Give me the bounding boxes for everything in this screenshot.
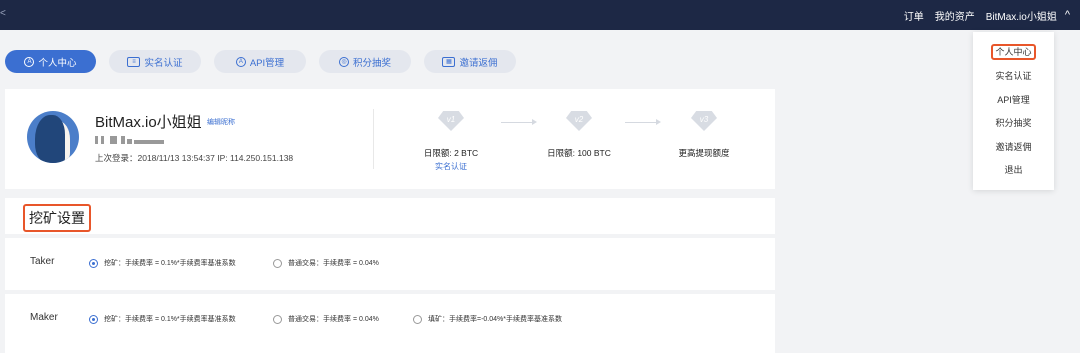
divider: [373, 109, 374, 169]
top-nav-links: 订单 我的资产 BitMax.io小姐姐 ^: [893, 0, 1070, 30]
level-v2: v2 日限额: 100 BTC: [524, 111, 634, 159]
row-label: Taker: [30, 256, 55, 267]
masked-account: [95, 136, 165, 144]
maker-normal-option[interactable]: 普通交易：手续费率 = 0.04%: [273, 314, 379, 324]
radio-checked-icon[interactable]: [89, 258, 98, 268]
level-badge: v3: [699, 115, 709, 124]
maker-mining-option[interactable]: 挖矿：手续费率 = 0.1%*手续费率基准系数: [89, 314, 236, 324]
radio-unchecked-icon[interactable]: [273, 258, 282, 268]
radio-unchecked-icon[interactable]: [413, 314, 422, 324]
level-v3: v3 更高提现额度: [649, 111, 759, 159]
radio-unchecked-icon[interactable]: [273, 314, 282, 324]
tab-invite-rebate[interactable]: ▦ 邀请返佣: [424, 50, 516, 73]
id-card-icon: ≡: [127, 56, 141, 67]
my-assets-link[interactable]: 我的资产: [935, 8, 975, 23]
menu-item-personal-center[interactable]: 个人中心: [973, 44, 1054, 60]
maker-row: Maker 挖矿：手续费率 = 0.1%*手续费率基准系数 普通交易：手续费率 …: [5, 294, 775, 353]
tab-label: 邀请返佣: [459, 57, 498, 69]
option-label: 普通交易：手续费率 = 0.04%: [288, 316, 379, 323]
option-label: 挖矿：手续费率 = 0.1%*手续费率基准系数: [104, 260, 236, 267]
avatar-hair: [35, 115, 65, 163]
user-circle-icon: A: [24, 56, 35, 67]
level-limit: 更高提现额度: [678, 148, 730, 158]
api-icon: A: [235, 56, 246, 67]
row-label: Maker: [30, 312, 58, 323]
diamond-icon: v1: [438, 111, 464, 131]
menu-item-api-management[interactable]: API管理: [973, 93, 1054, 106]
chevron-up-icon[interactable]: ^: [1065, 9, 1070, 21]
edit-nickname-link[interactable]: 编辑昵称: [207, 117, 235, 127]
level-v1: v1 日限额: 2 BTC 实名认证: [396, 111, 506, 172]
taker-mining-option[interactable]: 挖矿：手续费率 = 0.1%*手续费率基准系数: [89, 258, 236, 268]
taker-normal-option[interactable]: 普通交易：手续费率 = 0.04%: [273, 258, 379, 268]
back-icon[interactable]: <: [0, 8, 6, 19]
real-name-auth-link[interactable]: 实名认证: [396, 161, 506, 172]
profile-card: BitMax.io小姐姐 编辑昵称 上次登录：2018/11/13 13:54:…: [5, 89, 775, 189]
level-limit: 日限额: 100 BTC: [547, 148, 611, 158]
top-nav-bar: < 订单 我的资产 BitMax.io小姐姐 ^: [0, 0, 1080, 30]
section-title: 挖矿设置: [23, 204, 91, 232]
level-badge: v2: [574, 115, 584, 124]
diamond-icon: v2: [566, 111, 592, 131]
menu-item-points-lottery[interactable]: 积分抽奖: [973, 116, 1054, 129]
tab-label: 实名认证: [144, 57, 183, 69]
maker-fill-option[interactable]: 填矿：手续费率=-0.04%*手续费率基准系数: [413, 314, 562, 324]
option-label: 填矿：手续费率=-0.04%*手续费率基准系数: [428, 316, 562, 323]
diamond-icon: v3: [691, 111, 717, 131]
target-icon: ◎: [338, 56, 349, 67]
radio-checked-icon[interactable]: [89, 314, 98, 324]
menu-item-logout[interactable]: 退出: [973, 163, 1054, 176]
option-label: 挖矿：手续费率 = 0.1%*手续费率基准系数: [104, 316, 236, 323]
last-login-info: 上次登录：2018/11/13 13:54:37 IP: 114.250.151…: [95, 153, 294, 163]
tab-real-name-auth[interactable]: ≡ 实名认证: [109, 50, 201, 73]
menu-item-invite-rebate[interactable]: 邀请返佣: [973, 140, 1054, 153]
user-dropdown-menu: 个人中心 实名认证 API管理 积分抽奖 邀请返佣 退出: [973, 32, 1054, 190]
mining-settings-header: 挖矿设置: [5, 198, 775, 234]
tab-personal-center[interactable]: A 个人中心: [5, 50, 96, 73]
avatar: [27, 111, 79, 163]
level-limit: 日限额: 2 BTC: [423, 148, 479, 158]
profile-name: BitMax.io小姐姐: [95, 114, 202, 131]
tab-api-management[interactable]: A API管理: [214, 50, 306, 73]
menu-item-real-name-auth[interactable]: 实名认证: [973, 69, 1054, 82]
option-label: 普通交易：手续费率 = 0.04%: [288, 260, 379, 267]
account-tabs: A 个人中心 ≡ 实名认证 A API管理 ◎ 积分抽奖 ▦ 邀请返佣: [5, 50, 529, 74]
level-badge: v1: [446, 115, 456, 124]
gift-icon: ▦: [442, 56, 456, 67]
tab-label: 积分抽奖: [352, 57, 391, 69]
orders-link[interactable]: 订单: [904, 8, 924, 23]
tab-label: API管理: [249, 57, 285, 69]
tab-label: 个人中心: [38, 57, 77, 69]
taker-row: Taker 挖矿：手续费率 = 0.1%*手续费率基准系数 普通交易：手续费率 …: [5, 238, 775, 290]
username-menu[interactable]: BitMax.io小姐姐: [986, 8, 1057, 23]
tab-points-lottery[interactable]: ◎ 积分抽奖: [319, 50, 411, 73]
